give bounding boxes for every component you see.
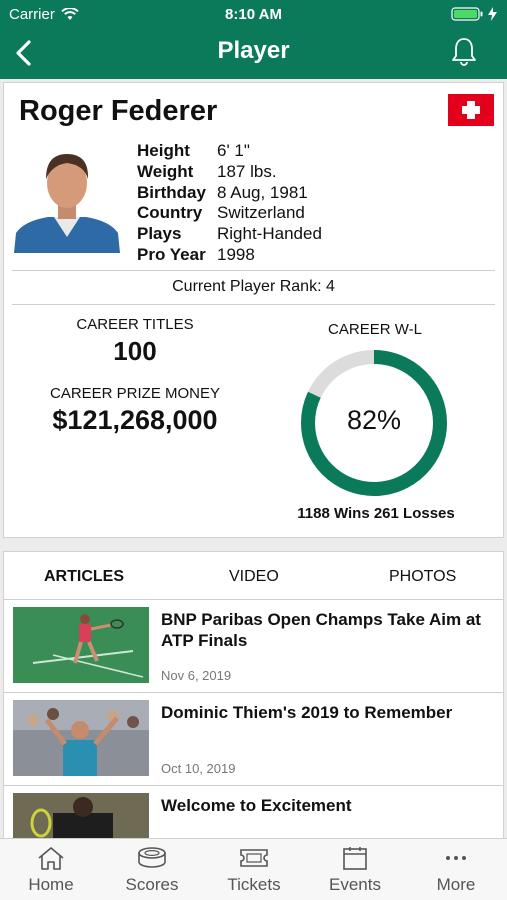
career-wl-text: CAREER W-L (328, 321, 422, 338)
info-value: 1998 (217, 244, 255, 264)
divider (12, 304, 495, 305)
article-title: BNP Paribas Open Champs Take Aim at ATP … (161, 610, 481, 650)
ticket-icon (240, 849, 268, 867)
player-name: Roger Federer (19, 95, 218, 127)
info-value: 187 lbs. (217, 161, 277, 181)
status-time: 8:10 AM (225, 6, 282, 23)
swiss-flag-icon (448, 94, 494, 126)
tabbar-scores-label: Scores (125, 875, 179, 894)
player-card: Roger Federer Height 6' 1" Weight 187 lbs.… (3, 82, 504, 538)
player-photo (14, 145, 120, 253)
article-date: Nov 6, 2019 (161, 668, 232, 683)
nav-bar: Player (0, 28, 507, 79)
info-row-plays: Plays Right-Handed (137, 224, 322, 245)
win-percentage-text: 82% (346, 405, 402, 435)
tabbar-tickets-label: Tickets (227, 875, 281, 894)
tab-photos[interactable]: PHOTOS (389, 568, 456, 586)
battery-indicator (451, 7, 497, 21)
article-item[interactable]: Dominic Thiem's 2019 to Remember Oct 10,… (4, 694, 503, 786)
more-icon (446, 856, 466, 860)
info-label: Plays (137, 224, 182, 244)
divider (12, 270, 495, 271)
bottom-tab-bar: Home Scores Tickets Events More (0, 838, 507, 900)
tabbar-tickets[interactable]: Tickets (209, 845, 299, 895)
info-row-weight: Weight 187 lbs. (137, 162, 322, 183)
info-label: Height (137, 141, 190, 160)
battery-icon (451, 7, 483, 21)
tabbar-events[interactable]: Events (310, 845, 400, 895)
info-row-height: Height 6' 1" (137, 141, 322, 162)
article-title: Dominic Thiem's 2019 to Remember (161, 703, 453, 722)
career-wl-label: CAREER W-L (287, 321, 463, 339)
player-rank: Current Player Rank: 4 (172, 278, 335, 295)
player-info: Height 6' 1" Weight 187 lbs. Birthday 8 Aug… (137, 141, 322, 266)
info-label: Weight (137, 161, 194, 181)
info-row-birthday: Birthday 8 Aug, 1981 (137, 183, 322, 204)
news-tabs: ARTICLES VIDEO PHOTOS (4, 552, 503, 600)
scores-icon (138, 847, 166, 868)
prize-money-value: $121,268,000 (52, 405, 218, 435)
info-row-country: Country Switzerland (137, 203, 322, 224)
info-value: 8 Aug, 1981 (217, 182, 308, 202)
info-value: Switzerland (217, 203, 305, 223)
article-item[interactable]: Welcome to Excitement (4, 787, 503, 838)
article-thumbnail (13, 700, 149, 776)
status-bar: Carrier 8:10 AM (0, 0, 507, 28)
article-date: Oct 10, 2019 (161, 761, 236, 776)
career-stats: CAREER TITLES 100 CAREER PRIZE MONEY $12… (22, 316, 248, 436)
info-label: Country (137, 203, 203, 223)
tabbar-more-label: More (436, 875, 476, 894)
page-title: Player (217, 37, 290, 64)
article-thumbnail (13, 793, 149, 838)
article-title: Welcome to Excitement (161, 796, 352, 815)
info-value: 6' 1" (217, 141, 250, 160)
info-label: Birthday (137, 182, 206, 202)
article-thumbnail (13, 607, 149, 683)
prize-money-label: CAREER PRIZE MONEY (49, 385, 221, 402)
tabbar-more[interactable]: More (411, 845, 501, 895)
tabbar-home[interactable]: Home (6, 845, 96, 895)
charging-icon (488, 7, 497, 21)
info-row-pro-year: Pro Year 1998 (137, 245, 322, 266)
tabbar-scores[interactable]: Scores (107, 845, 197, 895)
news-section: ARTICLES VIDEO PHOTOS BNP Paribas Open C… (3, 551, 504, 839)
career-titles-label: CAREER TITLES (76, 316, 194, 333)
calendar-icon (343, 847, 367, 870)
tab-video[interactable]: VIDEO (229, 568, 279, 586)
bell-icon[interactable] (449, 36, 479, 68)
article-item[interactable]: BNP Paribas Open Champs Take Aim at ATP … (4, 601, 503, 693)
info-value: Right-Handed (217, 224, 322, 244)
win-loss-record: 1188 Wins 261 Losses (297, 505, 455, 522)
app-header: Carrier 8:10 AM Player (0, 0, 507, 79)
info-label: Pro Year (137, 244, 206, 264)
career-titles-value: 100 (113, 336, 157, 366)
home-icon (38, 847, 64, 870)
tabbar-events-label: Events (329, 875, 381, 894)
tab-articles[interactable]: ARTICLES (44, 568, 124, 586)
tabbar-home-label: Home (28, 875, 74, 894)
